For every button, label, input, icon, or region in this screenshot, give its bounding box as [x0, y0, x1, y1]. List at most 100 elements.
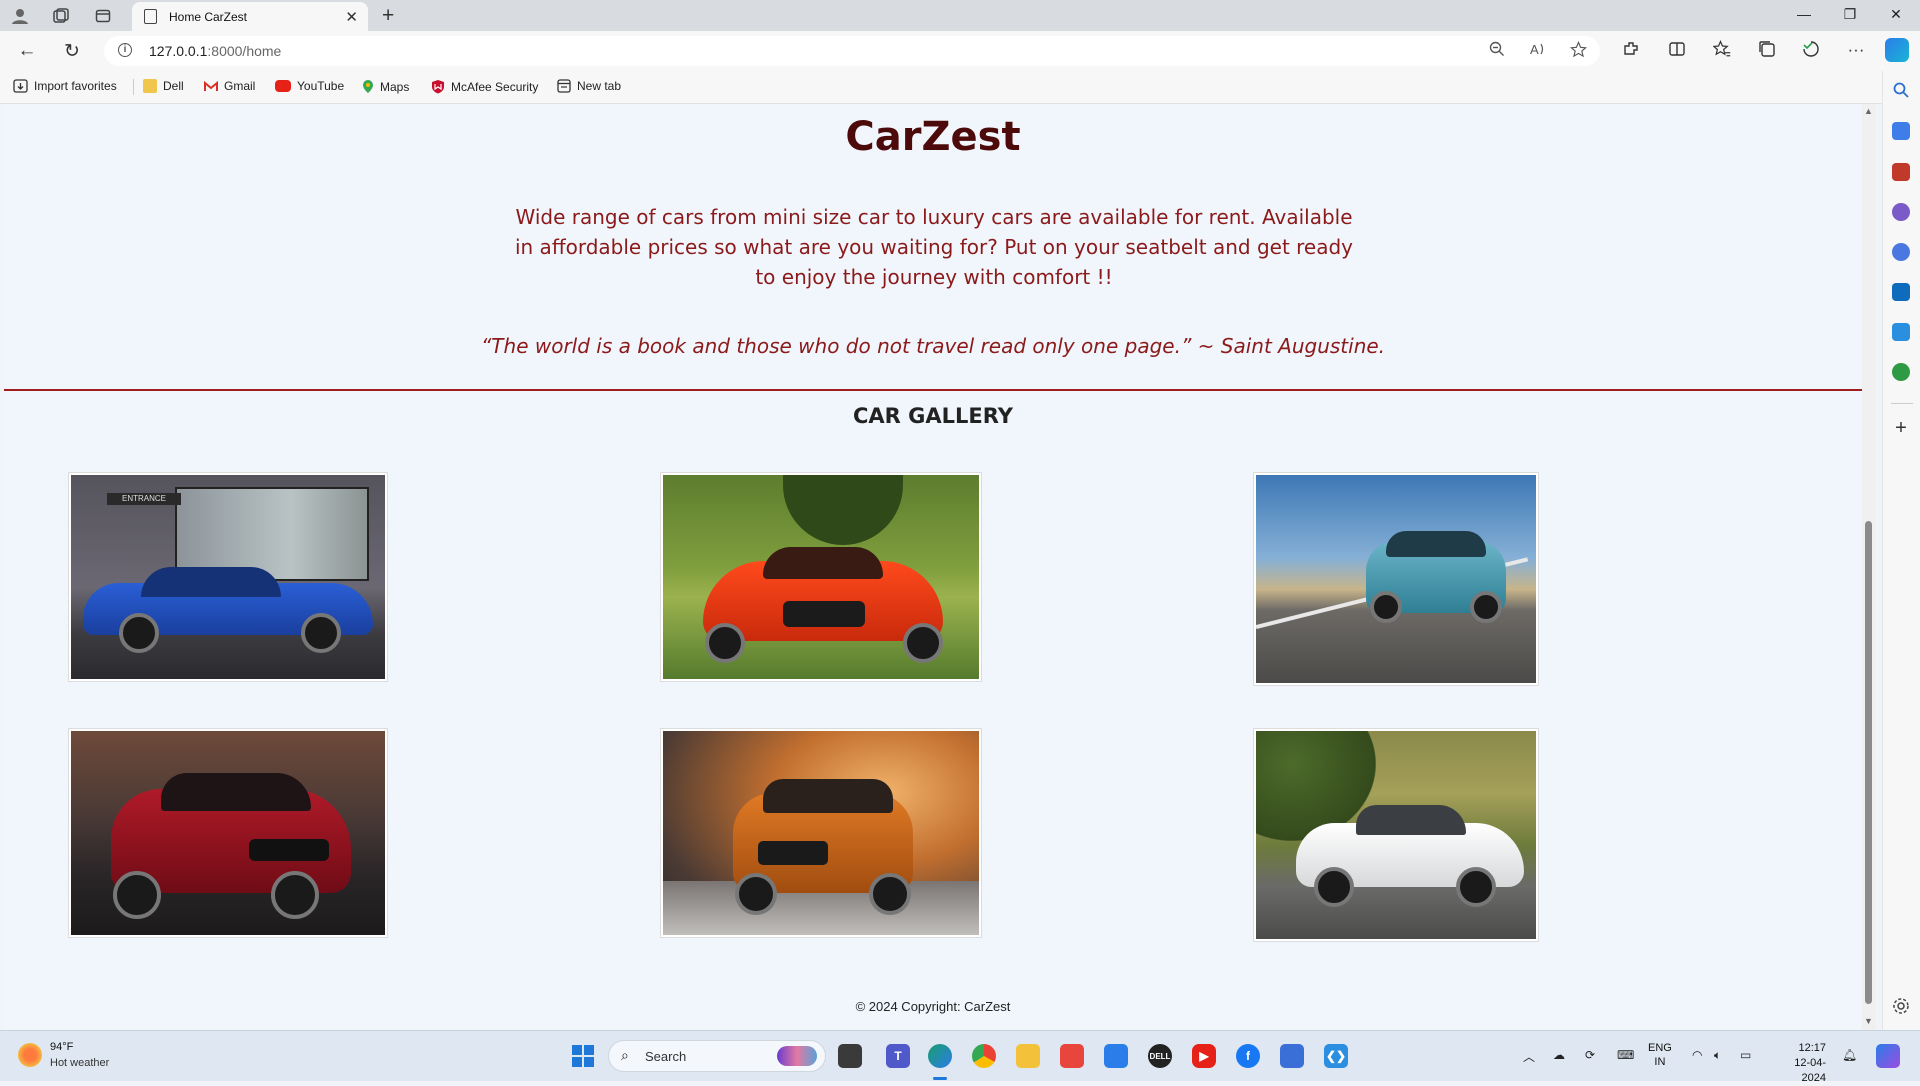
minimize-button[interactable]: —	[1781, 6, 1827, 22]
wheel	[113, 871, 161, 919]
bookmark-youtube[interactable]: YouTube	[275, 79, 344, 93]
gallery-title: CAR GALLERY	[853, 404, 1013, 428]
volume-icon[interactable]: 🔈︎	[1714, 1048, 1721, 1063]
address-toolbar: ← ↻ i 127.0.0.1:8000/home A ···	[0, 31, 1920, 71]
tab-actions-icon[interactable]	[93, 6, 113, 26]
games-icon[interactable]	[1892, 203, 1910, 221]
onedrive-icon[interactable]: ☁	[1553, 1048, 1565, 1062]
car-grille	[249, 839, 329, 861]
file-explorer-icon[interactable]	[1016, 1044, 1040, 1068]
bookmark-dell[interactable]: Dell	[143, 79, 184, 93]
profile-icon[interactable]	[10, 6, 30, 26]
notepad-icon[interactable]	[1280, 1044, 1304, 1068]
weather-sun-icon[interactable]	[18, 1043, 42, 1067]
car-grille	[758, 841, 828, 865]
scroll-up-arrow-icon[interactable]: ▲	[1864, 106, 1873, 116]
tree-icon[interactable]	[1892, 363, 1910, 381]
dell-icon[interactable]: DELL	[1148, 1044, 1172, 1068]
tools-briefcase-icon[interactable]	[1892, 163, 1910, 181]
taskbar-search[interactable]: ⌕ Search	[608, 1040, 826, 1072]
teal-suv-image	[1256, 475, 1536, 683]
favorite-star-icon[interactable]	[1570, 40, 1587, 62]
tree-canopy	[783, 475, 903, 545]
keyboard-icon[interactable]: ⌨	[1617, 1048, 1634, 1062]
vscode-icon[interactable]: ❮❯	[1324, 1044, 1348, 1068]
page-scrollbar[interactable]: ▲ ▼	[1862, 104, 1876, 1030]
favorites-icon[interactable]	[1711, 39, 1733, 63]
gallery-photo-orange-suv	[660, 728, 982, 938]
back-button[interactable]: ←	[15, 40, 39, 62]
read-aloud-icon[interactable]: A	[1530, 41, 1548, 61]
edge-icon[interactable]	[928, 1044, 952, 1068]
system-clock[interactable]: 12:17 12-04-2024	[1770, 1041, 1826, 1086]
show-hidden-icons-chevron-icon[interactable]: ︿	[1523, 1048, 1535, 1065]
car-windshield	[763, 547, 883, 579]
wifi-icon[interactable]: ◠	[1692, 1048, 1702, 1062]
battery-icon[interactable]: ▭	[1740, 1048, 1751, 1062]
sync-icon[interactable]: ⟳	[1585, 1048, 1595, 1062]
new-tab-button[interactable]: +	[382, 4, 394, 28]
add-sidebar-app-icon[interactable]: +	[1892, 418, 1910, 438]
url-text[interactable]: 127.0.0.1:8000/home	[149, 43, 281, 59]
teams-icon[interactable]: T	[886, 1044, 910, 1068]
windows-taskbar: 94°F Hot weather ⌕ Search T DELL ▶ f ❮❯ …	[0, 1030, 1920, 1084]
import-icon	[13, 79, 28, 93]
refresh-button[interactable]: ↻	[60, 40, 84, 63]
gallery-photo-red-sports-car	[660, 472, 982, 682]
car-windshield	[1386, 531, 1486, 557]
red-suv-image	[71, 731, 385, 935]
bookmark-maps[interactable]: Maps	[362, 79, 409, 94]
task-view-icon[interactable]	[838, 1044, 862, 1068]
youtube-app-icon[interactable]: ▶	[1192, 1044, 1216, 1068]
search-highlight-icon	[777, 1046, 817, 1066]
microsoft-store-icon[interactable]	[1104, 1044, 1128, 1068]
workspaces-icon[interactable]	[51, 6, 71, 26]
wheel	[1314, 867, 1354, 907]
settings-more-icon[interactable]: ···	[1845, 40, 1867, 60]
bookmark-label: Import favorites	[34, 79, 117, 93]
scroll-down-arrow-icon[interactable]: ▼	[1864, 1016, 1873, 1026]
car-windshield	[763, 779, 893, 813]
bookmark-gmail[interactable]: Gmail	[204, 79, 255, 93]
search-icon[interactable]	[1892, 81, 1910, 99]
close-window-button[interactable]: ✕	[1873, 6, 1919, 23]
close-tab-icon[interactable]: ✕	[345, 8, 358, 26]
folder-icon	[143, 79, 157, 93]
anydesk-icon[interactable]	[1060, 1044, 1084, 1068]
bookmark-import-favorites[interactable]: Import favorites	[13, 79, 117, 93]
restore-button[interactable]: ❐	[1827, 6, 1873, 23]
bookmark-label: Dell	[163, 79, 184, 93]
tab-home-carzest[interactable]: Home CarZest ✕	[132, 2, 368, 31]
zoom-out-icon[interactable]	[1489, 41, 1505, 61]
chrome-icon[interactable]	[972, 1044, 996, 1068]
wheel	[1456, 867, 1496, 907]
outlook-icon[interactable]	[1892, 283, 1910, 301]
start-windows-icon[interactable]	[572, 1045, 594, 1067]
youtube-icon	[275, 80, 291, 92]
weather-temperature[interactable]: 94°F	[50, 1041, 73, 1053]
language-indicator[interactable]: ENG IN	[1648, 1041, 1672, 1069]
extensions-icon[interactable]	[1620, 40, 1642, 63]
scrollbar-thumb[interactable]	[1865, 521, 1872, 1004]
mcafee-shield-icon	[432, 80, 444, 94]
page-icon	[144, 9, 157, 24]
sidebar-settings-icon[interactable]	[1892, 997, 1910, 1015]
bookmark-label: Maps	[380, 79, 410, 94]
shopping-tag-icon[interactable]	[1892, 122, 1910, 140]
split-screen-icon[interactable]	[1666, 40, 1688, 63]
site-info-icon[interactable]: i	[118, 43, 132, 57]
drop-send-icon[interactable]	[1892, 323, 1910, 341]
copilot-icon[interactable]	[1885, 38, 1909, 62]
browser-essentials-icon[interactable]	[1800, 40, 1822, 63]
address-bar[interactable]: i 127.0.0.1:8000/home A	[104, 36, 1600, 66]
bookmark-new-tab[interactable]: New tab	[557, 79, 621, 93]
weather-description[interactable]: Hot weather	[50, 1057, 109, 1069]
facebook-icon[interactable]: f	[1236, 1044, 1260, 1068]
language-code: ENG	[1648, 1042, 1672, 1054]
gallery-photo-blue-coupe: ENTRANCE	[68, 472, 388, 682]
collections-icon[interactable]	[1756, 40, 1778, 63]
notification-bell-icon[interactable]: 🔔︎	[1842, 1048, 1857, 1062]
copilot-taskbar-icon[interactable]	[1876, 1044, 1900, 1068]
bookmark-mcafee[interactable]: McAfee Security	[431, 79, 538, 94]
microsoft-365-icon[interactable]	[1892, 243, 1910, 261]
